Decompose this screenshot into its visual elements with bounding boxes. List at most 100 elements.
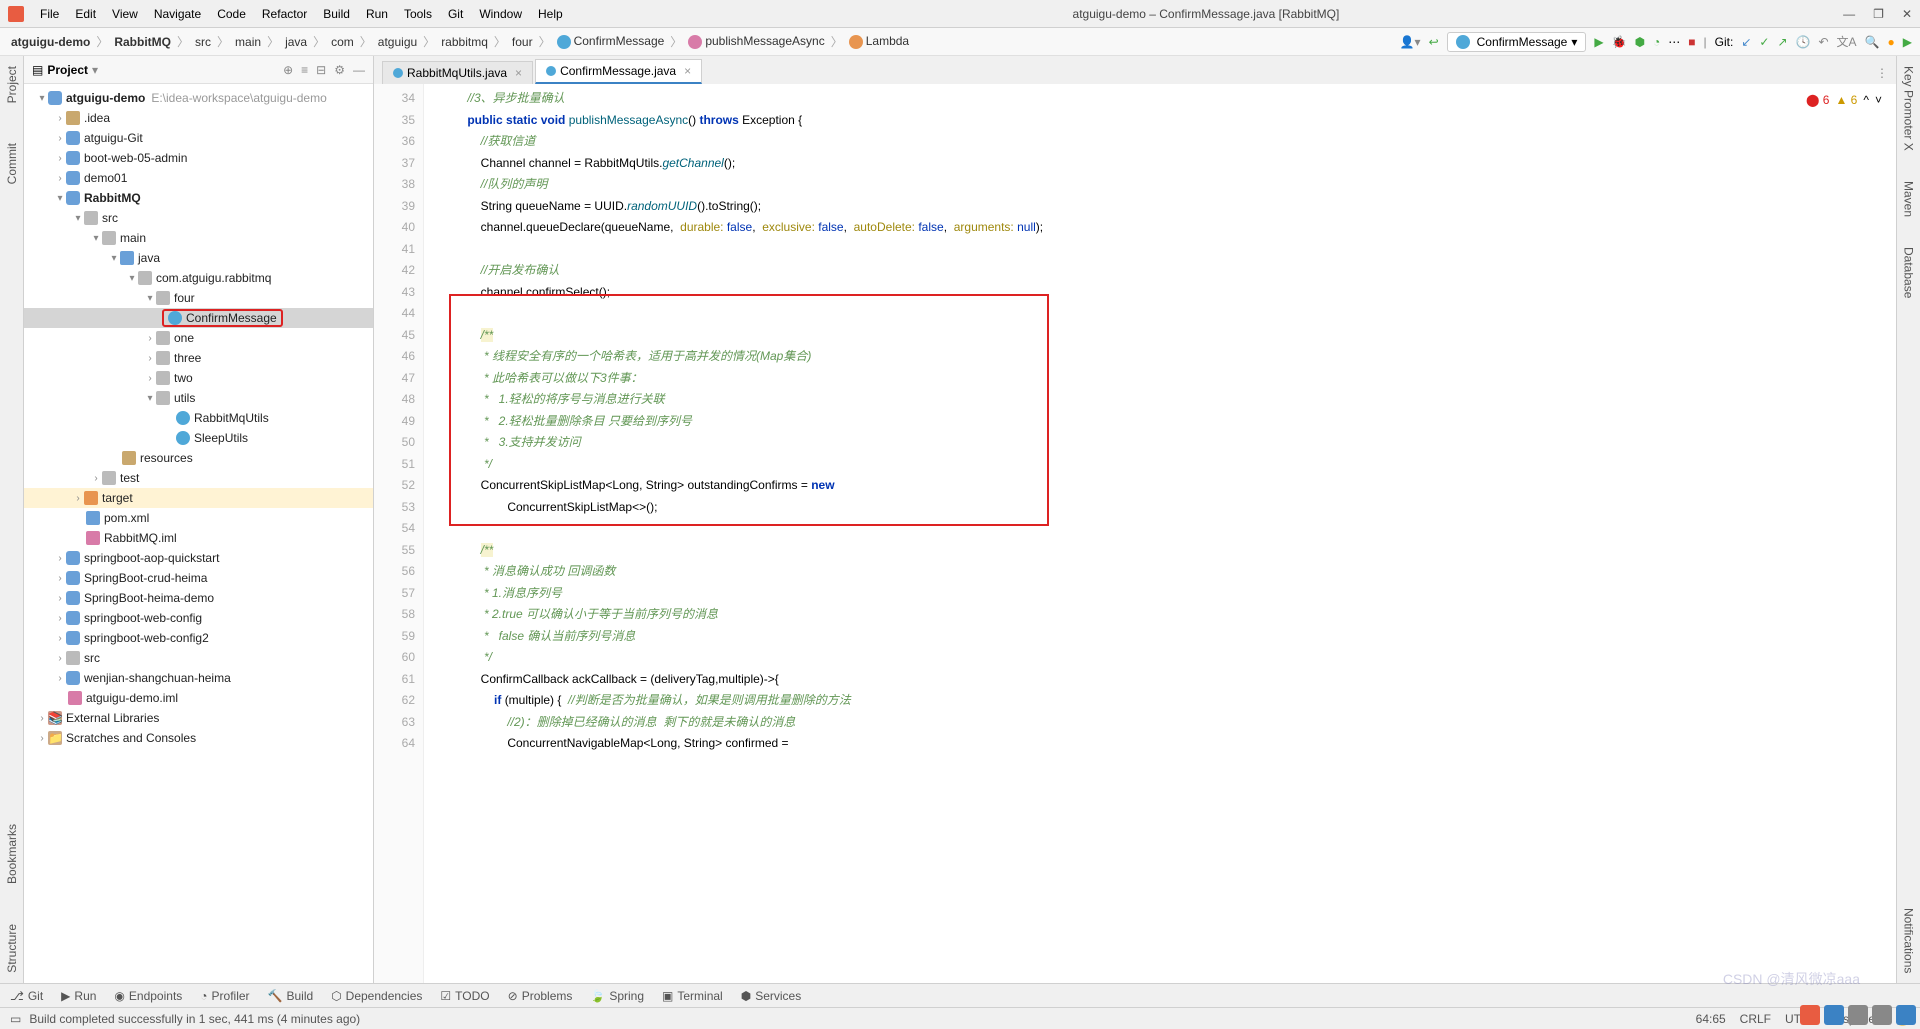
- menu-navigate[interactable]: Navigate: [148, 5, 207, 23]
- rail-maven[interactable]: Maven: [1902, 181, 1916, 217]
- tray-icon-2[interactable]: [1872, 1005, 1892, 1025]
- status-separator[interactable]: CRLF: [1740, 1012, 1771, 1026]
- tray-icon-3[interactable]: [1896, 1005, 1916, 1025]
- menu-refactor[interactable]: Refactor: [256, 5, 313, 23]
- run-icon[interactable]: ▶: [1594, 35, 1603, 49]
- editor-area: RabbitMqUtils.java× ConfirmMessage.java×…: [374, 56, 1896, 983]
- status-bar: ▭ Build completed successfully in 1 sec,…: [0, 1007, 1920, 1029]
- translate-icon[interactable]: 文A: [1837, 33, 1857, 50]
- rail-bookmarks[interactable]: Bookmarks: [5, 824, 19, 884]
- menu-code[interactable]: Code: [211, 5, 252, 23]
- code-editor[interactable]: ⬤ 6▲ 6^˅ //3、异步批量确认 public static void p…: [424, 84, 1896, 983]
- git-revert-icon[interactable]: ↶: [1818, 35, 1828, 49]
- menu-run[interactable]: Run: [360, 5, 394, 23]
- search-icon[interactable]: 🔍: [1865, 35, 1880, 49]
- crumb-four[interactable]: four: [509, 33, 536, 51]
- project-icon: ▤: [32, 63, 43, 77]
- run-anything-icon[interactable]: ▶: [1903, 35, 1912, 49]
- run-config-combo[interactable]: ConfirmMessage▾: [1447, 32, 1587, 52]
- menu-help[interactable]: Help: [532, 5, 569, 23]
- git-history-icon[interactable]: 🕓: [1796, 35, 1811, 49]
- stop-icon[interactable]: ■: [1688, 35, 1695, 49]
- left-tool-rail: Project Commit Bookmarks Structure: [0, 56, 24, 983]
- close-button[interactable]: ✕: [1902, 7, 1912, 21]
- crumb-module[interactable]: RabbitMQ: [111, 33, 174, 51]
- btab-dependencies[interactable]: ⬡ Dependencies: [331, 989, 422, 1003]
- back-icon[interactable]: ↩: [1429, 35, 1439, 49]
- crumb-atguigu[interactable]: atguigu: [375, 33, 420, 51]
- menu-window[interactable]: Window: [473, 5, 528, 23]
- project-title: Project: [47, 63, 88, 77]
- more-run-icon[interactable]: ⋯: [1668, 35, 1680, 49]
- project-panel-header: ▤ Project ▾ ⊕ ≡ ⊟ ⚙ —: [24, 56, 373, 84]
- rail-notifications[interactable]: Notifications: [1902, 908, 1916, 973]
- menu-build[interactable]: Build: [317, 5, 356, 23]
- crumb-rabbitmq[interactable]: rabbitmq: [438, 33, 491, 51]
- btab-spring[interactable]: 🍃 Spring: [590, 989, 644, 1003]
- menu-view[interactable]: View: [106, 5, 144, 23]
- crumb-main[interactable]: main: [232, 33, 264, 51]
- close-tab-icon[interactable]: ×: [684, 64, 691, 78]
- tab-rabbitmqutils[interactable]: RabbitMqUtils.java×: [382, 61, 533, 84]
- rail-commit[interactable]: Commit: [5, 143, 19, 184]
- collapse-all-icon[interactable]: ⊟: [316, 63, 326, 77]
- debug-icon[interactable]: 🐞: [1612, 35, 1627, 49]
- crumb-lambda[interactable]: Lambda: [846, 32, 912, 51]
- coverage-icon[interactable]: ⬢: [1635, 35, 1645, 49]
- btab-endpoints[interactable]: ◉ Endpoints: [114, 989, 182, 1003]
- tab-confirmmessage[interactable]: ConfirmMessage.java×: [535, 59, 702, 84]
- git-commit-icon[interactable]: ✓: [1759, 35, 1769, 49]
- btab-services[interactable]: ⬢ Services: [741, 989, 802, 1003]
- status-build-indicator: ▭: [10, 1012, 21, 1026]
- tree-item-confirm-message[interactable]: ConfirmMessage: [24, 308, 373, 328]
- main-menu: File Edit View Navigate Code Refactor Bu…: [34, 5, 569, 23]
- tray-badges: [1800, 1005, 1916, 1025]
- class-icon: [393, 68, 403, 78]
- line-gutter[interactable]: 3435363738394041424344454647484950515253…: [374, 84, 424, 983]
- maximize-button[interactable]: ❐: [1873, 7, 1884, 21]
- menu-file[interactable]: File: [34, 5, 65, 23]
- project-tree[interactable]: ▾atguigu-demoE:\idea-workspace\atguigu-d…: [24, 84, 373, 983]
- window-title: atguigu-demo – ConfirmMessage.java [Rabb…: [569, 7, 1843, 21]
- btab-profiler[interactable]: ◔ Profiler: [200, 989, 249, 1003]
- crumb-src[interactable]: src: [192, 33, 214, 51]
- btab-terminal[interactable]: ▣ Terminal: [662, 989, 723, 1003]
- rail-project[interactable]: Project: [5, 66, 19, 103]
- tray-icon-1[interactable]: [1848, 1005, 1868, 1025]
- minimize-button[interactable]: —: [1843, 7, 1855, 21]
- crumb-project[interactable]: atguigu-demo: [8, 33, 93, 51]
- user-icon[interactable]: 👤▾: [1400, 35, 1421, 49]
- hide-icon[interactable]: —: [353, 63, 365, 77]
- select-opened-icon[interactable]: ⊕: [283, 63, 293, 77]
- close-tab-icon[interactable]: ×: [515, 66, 522, 80]
- btab-git[interactable]: ⎇ Git: [10, 989, 43, 1003]
- profile-icon[interactable]: ◔: [1653, 35, 1660, 49]
- rail-database[interactable]: Database: [1902, 247, 1916, 298]
- menu-edit[interactable]: Edit: [69, 5, 102, 23]
- ide-update-icon[interactable]: ●: [1888, 35, 1895, 49]
- git-update-icon[interactable]: ↙: [1741, 35, 1751, 49]
- btab-todo[interactable]: ☑ TODO: [440, 989, 489, 1003]
- btab-problems[interactable]: ⊘ Problems: [508, 989, 573, 1003]
- crumb-class[interactable]: ConfirmMessage: [554, 32, 668, 51]
- expand-all-icon[interactable]: ≡: [301, 63, 308, 77]
- settings-icon[interactable]: ⚙: [334, 63, 345, 77]
- rail-structure[interactable]: Structure: [5, 924, 19, 973]
- git-push-icon[interactable]: ↗: [1777, 35, 1787, 49]
- project-dropdown[interactable]: ▾: [92, 63, 98, 77]
- status-position[interactable]: 64:65: [1696, 1012, 1726, 1026]
- menu-git[interactable]: Git: [442, 5, 469, 23]
- rail-keypromoter[interactable]: Key Promoter X: [1902, 66, 1916, 151]
- sogou-icon[interactable]: [1800, 1005, 1820, 1025]
- ime-icon[interactable]: [1824, 1005, 1844, 1025]
- crumb-java[interactable]: java: [282, 33, 310, 51]
- menu-tools[interactable]: Tools: [398, 5, 438, 23]
- crumb-com[interactable]: com: [328, 33, 357, 51]
- status-message: Build completed successfully in 1 sec, 4…: [29, 1012, 360, 1026]
- inspection-widget[interactable]: ⬤ 6▲ 6^˅: [1806, 90, 1882, 112]
- btab-run[interactable]: ▶ Run: [61, 989, 96, 1003]
- git-label: Git:: [1715, 35, 1734, 49]
- crumb-method[interactable]: publishMessageAsync: [685, 32, 827, 51]
- btab-build[interactable]: 🔨 Build: [268, 989, 314, 1003]
- tab-menu-icon[interactable]: ⋮: [1868, 62, 1896, 84]
